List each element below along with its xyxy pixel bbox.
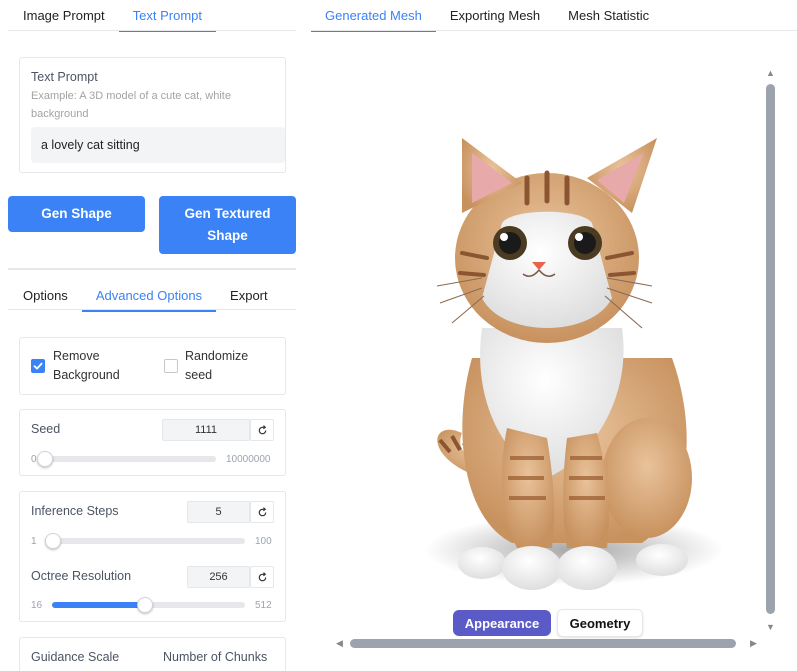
remove-background-label: Remove Background: [53, 349, 120, 382]
octree-resolution-slider-fill: [52, 602, 146, 608]
seed-reset-button[interactable]: [250, 419, 274, 441]
geometry-mode-button[interactable]: Geometry: [557, 609, 643, 637]
tab-divider: [8, 30, 296, 31]
gen-textured-shape-button[interactable]: Gen Textured Shape: [159, 196, 296, 254]
inference-steps-max: 100: [255, 536, 272, 547]
scroll-down-arrow-icon[interactable]: ▼: [766, 622, 775, 632]
option-tabs: Options Advanced Options Export: [9, 280, 282, 312]
seed-card: Seed 1111 0 10000000: [19, 409, 286, 476]
tab-export[interactable]: Export: [216, 280, 282, 312]
gen-shape-label: Gen Shape: [41, 206, 112, 221]
prompt-tabs: Image Prompt Text Prompt: [9, 0, 217, 32]
inference-steps-reset-button[interactable]: [250, 501, 274, 523]
seed-input[interactable]: 1111: [162, 419, 250, 441]
vertical-scrollbar-thumb[interactable]: [766, 84, 775, 614]
tab-exporting-mesh[interactable]: Exporting Mesh: [436, 0, 554, 32]
tab-mesh-statistic[interactable]: Mesh Statistic: [554, 0, 663, 32]
remove-background-checkbox[interactable]: [31, 359, 45, 373]
seed-slider[interactable]: [37, 451, 216, 467]
inference-steps-min: 1: [31, 536, 37, 547]
appearance-mode-button[interactable]: Appearance: [453, 610, 551, 636]
scroll-left-arrow-icon[interactable]: ◀: [336, 638, 343, 649]
inference-steps-input[interactable]: 5: [187, 501, 250, 523]
steps-octree-card: Inference Steps 5 1 100 Octree Resolutio…: [19, 491, 286, 622]
gen-shape-button[interactable]: Gen Shape: [8, 196, 145, 232]
octree-resolution-slider-thumb[interactable]: [137, 597, 154, 613]
scroll-up-arrow-icon[interactable]: ▲: [766, 68, 775, 78]
gen-textured-label-line1: Gen Textured: [184, 206, 271, 221]
seed-max: 10000000: [226, 454, 271, 465]
text-prompt-label: Text Prompt: [31, 70, 98, 84]
mesh-viewer[interactable]: [312, 38, 797, 671]
cat-model-render: [424, 138, 724, 590]
option-tab-divider: [8, 309, 296, 310]
octree-resolution-reset-button[interactable]: [250, 566, 274, 588]
reset-icon: [258, 571, 266, 581]
text-prompt-input[interactable]: [31, 127, 285, 163]
inference-steps-slider-thumb[interactable]: [45, 533, 61, 549]
checkbox-card: Remove Background Randomize seed: [19, 337, 286, 395]
seed-label: Seed: [31, 422, 61, 436]
guidance-chunks-card: Guidance Scale Number of Chunks: [19, 637, 286, 671]
octree-resolution-min: 16: [31, 600, 43, 611]
text-prompt-card: Text Prompt Example: A 3D model of a cut…: [19, 57, 286, 173]
tab-advanced-options[interactable]: Advanced Options: [81, 280, 217, 312]
tab-image-prompt[interactable]: Image Prompt: [9, 0, 119, 32]
seed-min: 0: [31, 454, 37, 465]
text-prompt-hint: Example: A 3D model of a cute cat, white…: [31, 90, 231, 120]
number-of-chunks-label: Number of Chunks: [163, 650, 268, 664]
octree-resolution-max: 512: [255, 600, 272, 611]
tab-generated-mesh[interactable]: Generated Mesh: [311, 0, 436, 32]
octree-resolution-input[interactable]: 256: [187, 566, 250, 588]
check-icon: [33, 362, 43, 370]
inference-steps-slider[interactable]: [45, 533, 245, 549]
inference-steps-label: Inference Steps: [31, 504, 119, 518]
guidance-scale-label: Guidance Scale: [31, 650, 120, 664]
horizontal-scrollbar-thumb[interactable]: [350, 639, 736, 648]
gen-textured-label-line2: Shape: [207, 228, 248, 243]
section-divider: [8, 268, 296, 270]
octree-resolution-label: Octree Resolution: [31, 569, 132, 583]
appearance-mode-label: Appearance: [464, 615, 540, 631]
left-panel: Image Prompt Text Prompt Text Prompt Exa…: [0, 0, 305, 671]
reset-icon: [258, 424, 266, 434]
randomize-seed-checkbox[interactable]: [164, 359, 178, 373]
reset-icon: [258, 506, 266, 516]
mesh-tabs: Generated Mesh Exporting Mesh Mesh Stati…: [311, 0, 663, 32]
tab-options[interactable]: Options: [9, 280, 82, 312]
geometry-mode-label: Geometry: [569, 615, 631, 631]
seed-slider-thumb[interactable]: [37, 451, 53, 467]
tab-text-prompt[interactable]: Text Prompt: [118, 0, 217, 32]
mesh-tab-divider: [311, 30, 797, 31]
octree-resolution-slider[interactable]: [52, 597, 245, 613]
randomize-seed-label: Randomize seed: [185, 349, 249, 382]
scroll-right-arrow-icon[interactable]: ▶: [750, 638, 757, 649]
